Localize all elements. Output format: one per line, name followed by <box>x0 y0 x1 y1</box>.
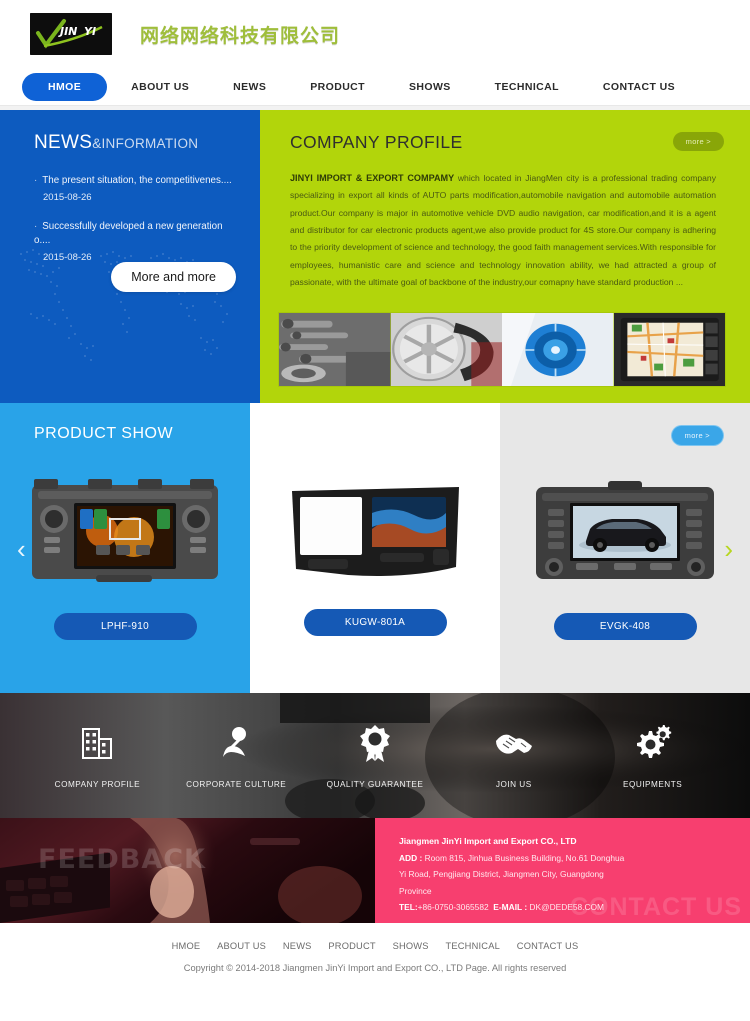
nav-item-technical[interactable]: TECHNICAL <box>495 81 559 93</box>
footer-nav-news[interactable]: NEWS <box>283 941 312 951</box>
service-item-join-us[interactable]: JOIN US <box>444 722 583 789</box>
profile-body-text: which located in JiangMen city is a prof… <box>290 173 716 288</box>
news-title-sub: &INFORMATION <box>92 136 199 151</box>
svg-text:JIN: JIN <box>58 25 77 38</box>
product-image-1[interactable] <box>30 479 220 587</box>
profile-more-button[interactable]: more > <box>672 132 724 151</box>
strip-image-gps-navigation <box>613 313 725 386</box>
footer-nav-product[interactable]: PRODUCT <box>328 941 375 951</box>
contact-tel-value[interactable]: +86-0750-3065582 <box>418 902 489 912</box>
product-show-more-button[interactable]: more > <box>670 425 724 446</box>
product-card-2: KUGW-801A <box>250 403 500 693</box>
news-item-date: 2015-08-26 <box>43 191 92 203</box>
contact-email-label: E-MAIL : <box>493 901 528 912</box>
footer-nav-technical[interactable]: TECHNICAL <box>445 941 500 951</box>
product-image-3[interactable] <box>530 479 720 587</box>
profile-title: COMPANY PROFILE <box>290 132 463 152</box>
nav-item-shows[interactable]: SHOWS <box>409 81 451 93</box>
contact-email-value[interactable]: DK@DEDE58.COM <box>527 902 604 912</box>
footer-nav-shows[interactable]: SHOWS <box>393 941 429 951</box>
page-root: JIN YI 网络网络科技有限公司 HMOE ABOUT US NEWS PRO… <box>0 0 750 1021</box>
product-image-2[interactable] <box>288 483 463 583</box>
nav-item-contact-us[interactable]: CONTACT US <box>603 81 675 93</box>
svg-text:YI: YI <box>84 25 96 38</box>
contact-company: Jiangmen JinYi Import and Export CO., LT… <box>399 836 577 846</box>
logo-mark-icon: JIN YI <box>30 13 112 55</box>
profile-body: JINYI IMPORT & EXPORT COMPAMY which loca… <box>290 169 722 292</box>
service-label: COMPANY PROFILE <box>54 780 141 789</box>
news-item-title[interactable]: The present situation, the competitivene… <box>34 174 238 189</box>
contact-tel-label: TEL: <box>399 901 418 912</box>
contact-address-line-3: Province <box>399 885 432 896</box>
profile-lead: JINYI IMPORT & EXPORT COMPAMY <box>290 173 455 183</box>
news-title-main: NEWS <box>34 132 93 153</box>
contact-tel-email: TEL:+86-0750-3065582 E-MAIL : DK@DEDE58.… <box>399 899 730 915</box>
list-item[interactable]: Successfully developed a new generation … <box>34 220 238 263</box>
car-dvd-navigation-unit-icon <box>32 479 218 582</box>
service-label: QUALITY GUARANTEE <box>326 780 424 789</box>
strip-image-auto-parts <box>279 313 391 386</box>
contact-address-line-1: ADD : Room 815, Jinhua Business Building… <box>399 850 730 866</box>
feedback-panel[interactable]: FEEDBACK <box>0 818 375 923</box>
microphone-icon <box>167 722 306 764</box>
service-label: CORPORATE CULTURE <box>186 780 287 789</box>
service-label: JOIN US <box>495 780 532 789</box>
site-footer: HMOE ABOUT US NEWS PRODUCT SHOWS TECHNIC… <box>0 923 750 1004</box>
list-item[interactable]: The present situation, the competitivene… <box>34 174 238 203</box>
product-model-button-2[interactable]: KUGW-801A <box>303 609 447 636</box>
news-more-button[interactable]: More and more <box>111 262 236 292</box>
product-card-1: PRODUCT SHOW LPHF-910 <box>0 403 250 693</box>
building-icon <box>28 722 167 764</box>
product-card-3: more > EVGK-408 <box>500 403 750 693</box>
logo[interactable]: JIN YI <box>30 13 112 55</box>
footer-nav-about-us[interactable]: ABOUT US <box>217 941 266 951</box>
company-name-cn: 网络网络科技有限公司 <box>140 24 341 47</box>
contact-add-line1: Room 815, Jinhua Business Building, No.6… <box>422 852 625 863</box>
nav-item-hmoe[interactable]: HMOE <box>22 72 108 101</box>
news-title: NEWS&INFORMATION <box>34 132 238 154</box>
site-header: JIN YI 网络网络科技有限公司 <box>0 0 750 68</box>
service-item-equipments[interactable]: EQUIPMENTS <box>583 722 722 789</box>
news-and-profile-row: NEWS&INFORMATION The present situation, … <box>0 110 750 403</box>
news-item-title[interactable]: Successfully developed a new generation … <box>34 220 238 249</box>
product-model-button-1[interactable]: LPHF-910 <box>53 613 197 640</box>
profile-image-strip <box>278 312 726 387</box>
nav-item-news[interactable]: NEWS <box>233 81 266 93</box>
footer-nav-contact-us[interactable]: CONTACT US <box>517 941 579 951</box>
chevron-left-icon[interactable]: ‹ <box>17 536 26 562</box>
product-show-row: ‹ › PRODUCT SHOW LPHF-910 KUGW-801A more… <box>0 403 750 693</box>
car-dash-fascia-panel-icon <box>291 487 459 576</box>
service-label: EQUIPMENTS <box>623 780 683 789</box>
feedback-contact-row: FEEDBACK CONTACT US Jiangmen JinYi Impor… <box>0 818 750 923</box>
service-item-company-profile[interactable]: COMPANY PROFILE <box>28 722 167 789</box>
service-item-quality-guarantee[interactable]: QUALITY GUARANTEE <box>306 722 445 789</box>
news-list: The present situation, the competitivene… <box>34 174 238 263</box>
feedback-word: FEEDBACK <box>38 844 206 875</box>
footer-nav: HMOE ABOUT US NEWS PRODUCT SHOWS TECHNIC… <box>0 941 750 951</box>
contact-panel: CONTACT US Jiangmen JinYi Import and Exp… <box>375 818 750 923</box>
product-model-button-3[interactable]: EVGK-408 <box>553 613 697 640</box>
strip-image-compass <box>502 313 614 386</box>
chevron-right-icon[interactable]: › <box>724 536 733 562</box>
product-show-title: PRODUCT SHOW <box>34 425 174 442</box>
nav-item-about-us[interactable]: ABOUT US <box>131 81 189 93</box>
nav-item-product[interactable]: PRODUCT <box>310 81 365 93</box>
strip-image-wheel <box>390 313 502 386</box>
handshake-icon <box>444 722 583 764</box>
contact-address-line-2: Yi Road, Pengjiang District, Jiangmen Ci… <box>399 869 604 880</box>
gears-icon <box>583 722 722 764</box>
footer-copyright: Copyright © 2014-2018 Jiangmen JinYi Imp… <box>183 963 567 973</box>
car-dvd-screen-with-sedan-icon <box>536 481 714 579</box>
news-panel: NEWS&INFORMATION The present situation, … <box>0 110 260 403</box>
contact-add-label: ADD : <box>399 852 423 863</box>
award-ribbon-icon <box>306 722 445 764</box>
main-nav: HMOE ABOUT US NEWS PRODUCT SHOWS TECHNIC… <box>0 68 750 106</box>
footer-nav-hmoe[interactable]: HMOE <box>172 941 201 951</box>
company-profile-panel: COMPANY PROFILE more > JINYI IMPORT & EX… <box>260 110 750 403</box>
services-band: COMPANY PROFILE CORPORATE CULTURE QUALIT… <box>0 693 750 818</box>
service-item-corporate-culture[interactable]: CORPORATE CULTURE <box>167 722 306 789</box>
